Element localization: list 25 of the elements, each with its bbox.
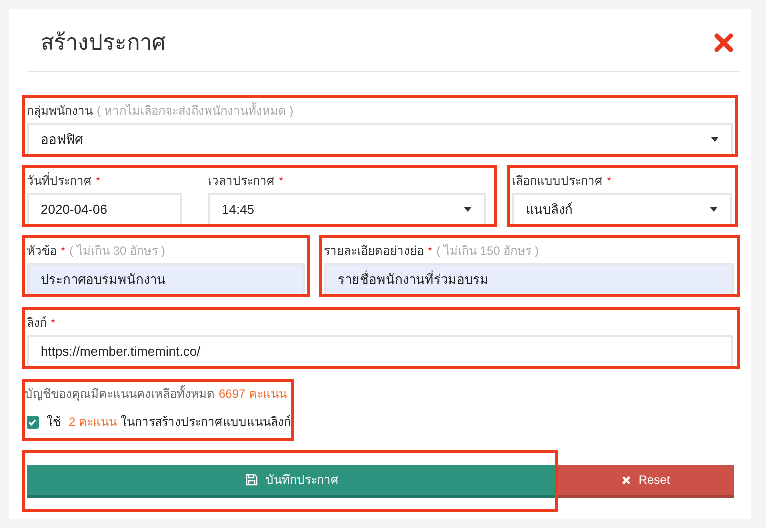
caret-icon bbox=[464, 207, 472, 212]
field-label: หัวข้อ * ( ไม่เกิน 30 อักษร ) bbox=[27, 243, 166, 259]
input-field[interactable]: 2020-04-06 bbox=[27, 193, 182, 224]
input-field[interactable]: ประกาศอบรมพนักงาน bbox=[27, 263, 305, 294]
caret-icon bbox=[711, 137, 719, 142]
select-field[interactable]: แนบลิงก์ bbox=[512, 193, 732, 224]
close-icon bbox=[622, 476, 631, 484]
checkbox[interactable] bbox=[27, 416, 39, 428]
close-icon[interactable] bbox=[714, 33, 734, 53]
field-label: ลิงก์ * bbox=[27, 315, 57, 331]
checkbox-label: ใช้ 2 คะแนน ในการสร้างประกาศแบบแนนลิงก์ bbox=[46, 414, 291, 431]
reset-button[interactable]: Reset bbox=[558, 465, 734, 498]
select-field[interactable]: 14:45 bbox=[208, 193, 486, 224]
points-balance: บัญชีของคุณมีคะแนนคงเหลือทั้งหมด 6697 คะแนน bbox=[25, 386, 288, 402]
field-label: รายละเอียดอย่างย่อ * ( ไม่เกิน 150 อักษร ) bbox=[324, 243, 540, 259]
field-label: เวลาประกาศ * bbox=[208, 173, 285, 189]
select-field[interactable]: ออฟฟิศ bbox=[27, 123, 733, 154]
field-label: วันที่ประกาศ * bbox=[27, 173, 102, 189]
dialog-title: สร้างประกาศ bbox=[41, 29, 166, 57]
field-label: กลุ่มพนักงาน ( หากไม่เลือกจะส่งถึงพนักงานทั้งหมด ) bbox=[27, 103, 295, 119]
field-label: เลือกแบบประกาศ * bbox=[512, 173, 613, 189]
caret-icon bbox=[710, 207, 718, 212]
input-field[interactable]: รายชื่อพนักงานที่ร่วมอบรม bbox=[324, 263, 734, 294]
input-field[interactable]: https://member.timemint.co/ bbox=[27, 335, 733, 366]
save-button[interactable]: บันทึกประกาศ bbox=[27, 465, 558, 498]
